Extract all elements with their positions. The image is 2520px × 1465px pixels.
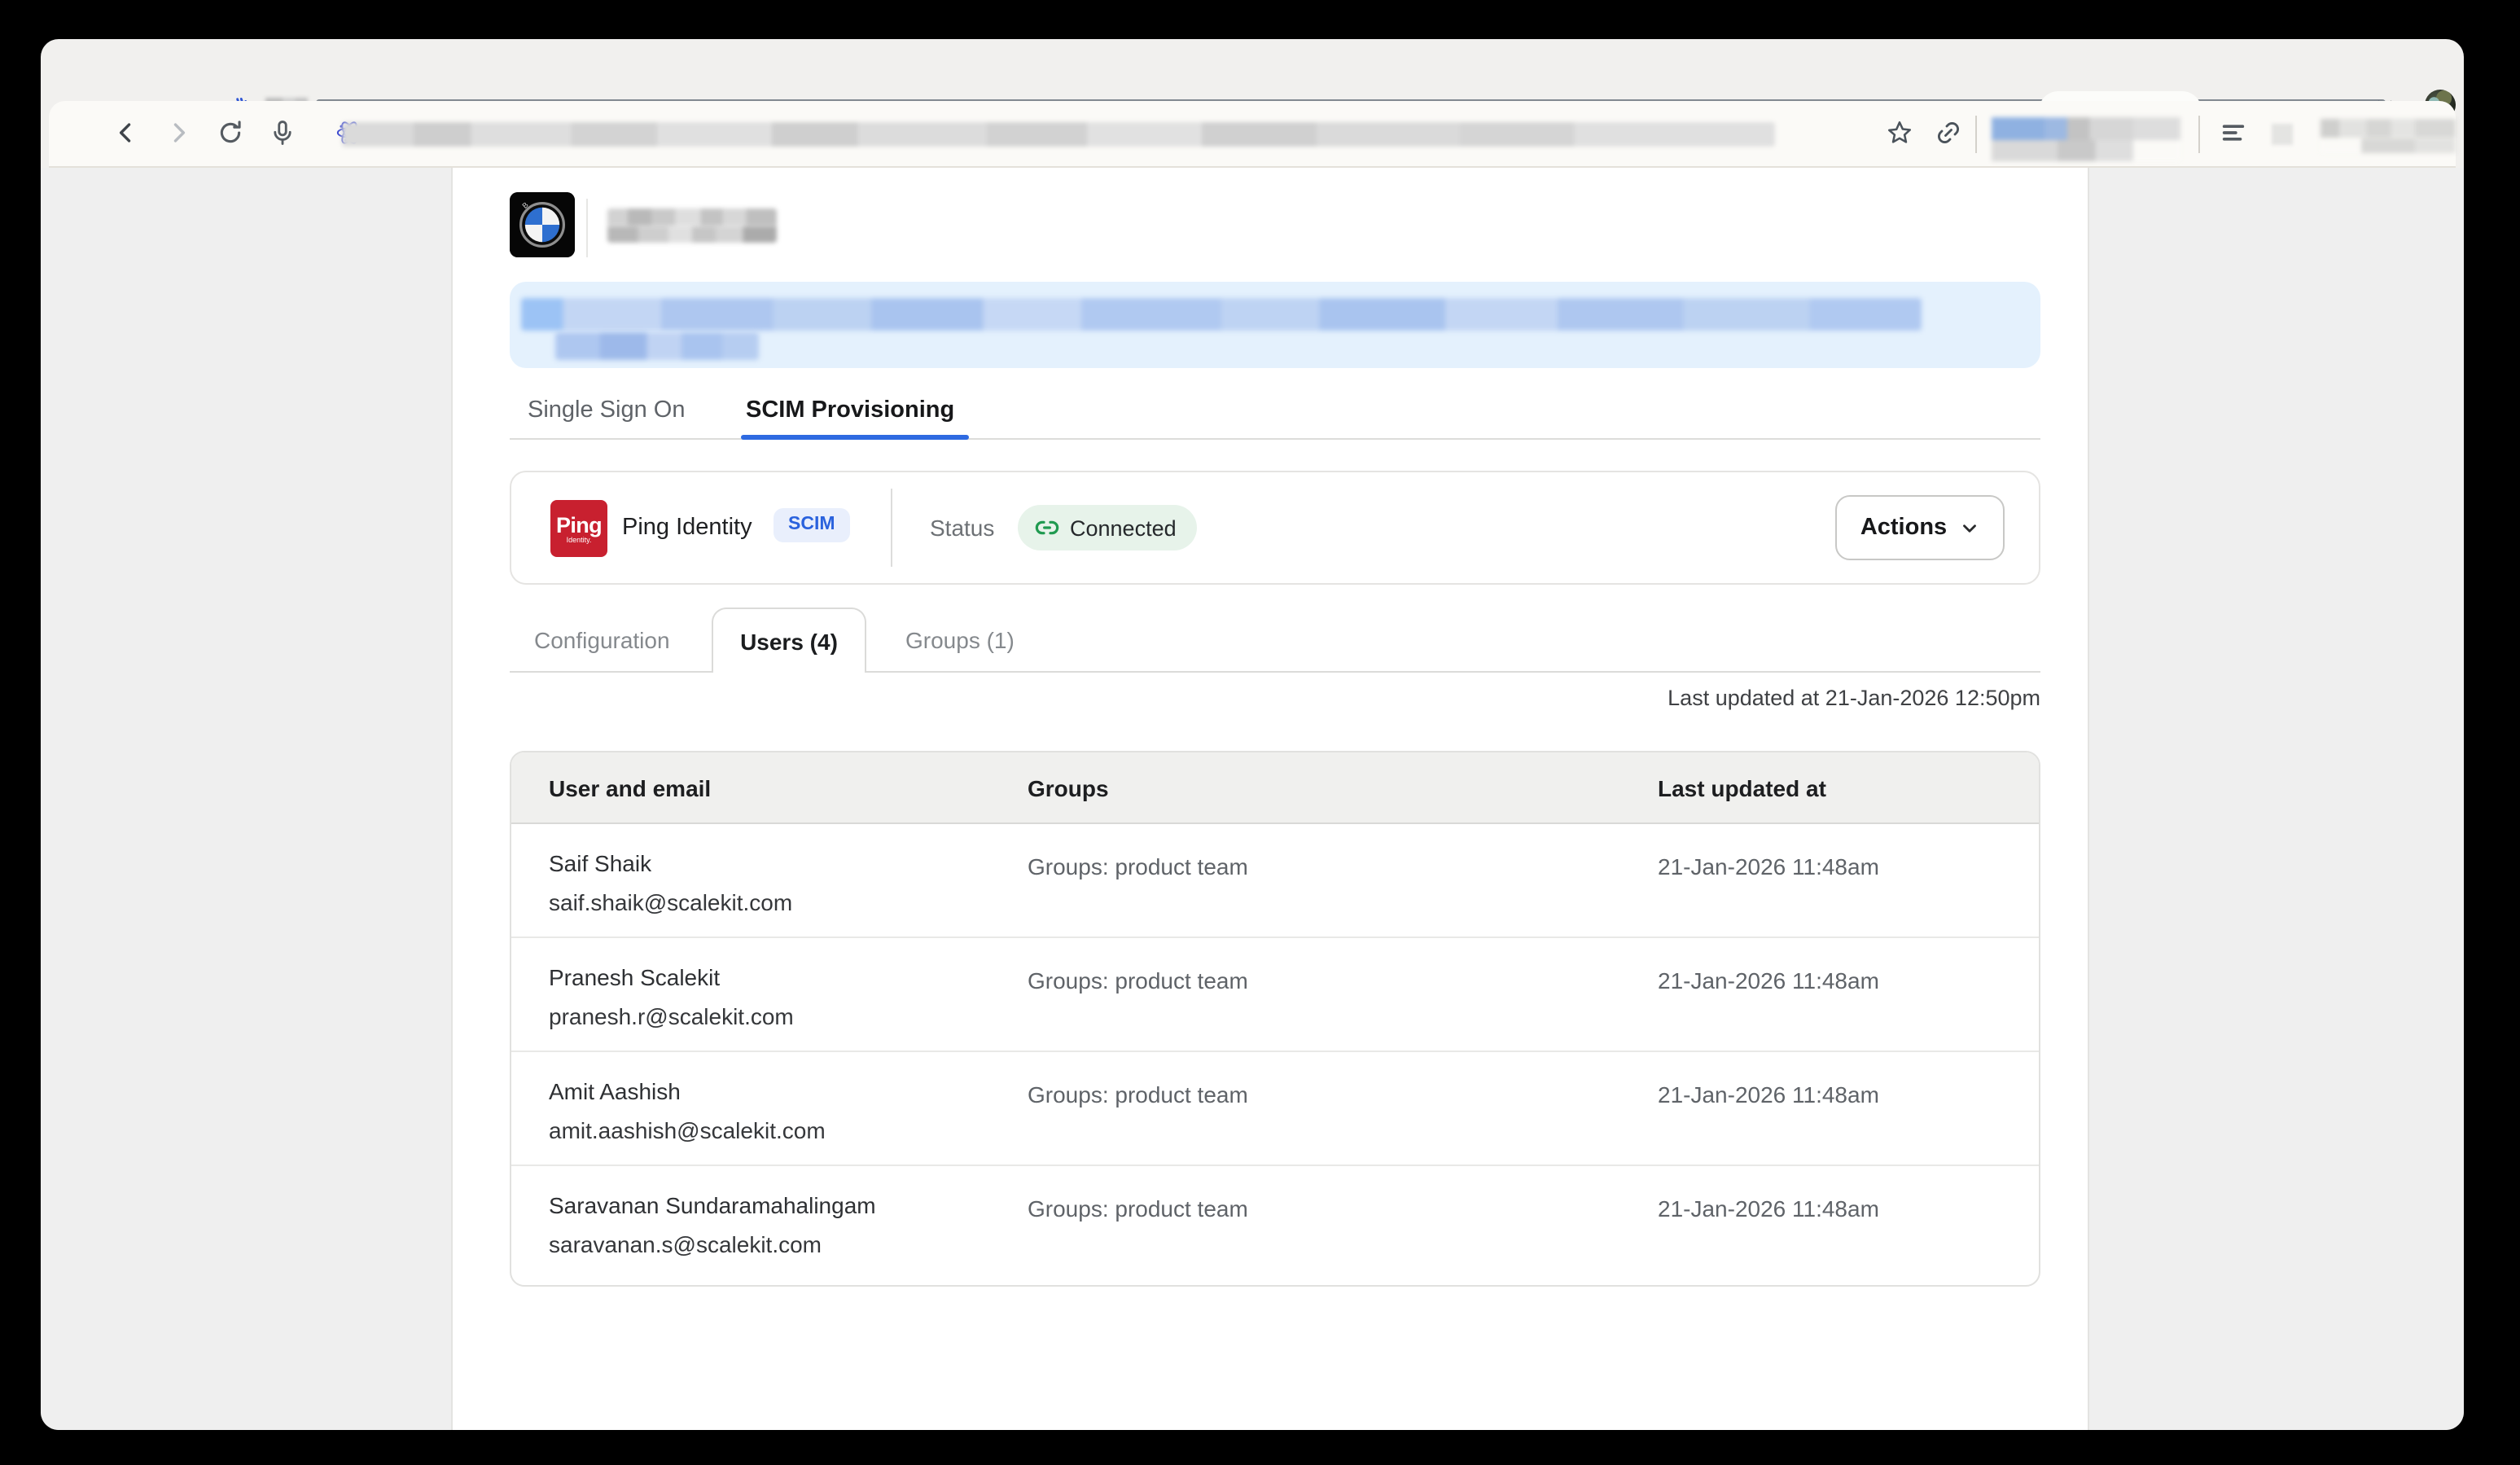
reload-icon[interactable] bbox=[217, 119, 244, 147]
table-row: Amit Aashish amit.aashish@scalekit.com G… bbox=[511, 1052, 2039, 1166]
microphone-icon[interactable] bbox=[269, 119, 296, 147]
tab-scim-provisioning[interactable]: SCIM Provisioning bbox=[746, 397, 954, 425]
redacted-banner-text-line2 bbox=[555, 332, 759, 360]
subtab-configuration[interactable]: Configuration bbox=[534, 627, 670, 653]
status-value: Connected bbox=[1070, 515, 1177, 540]
filter-menu-icon[interactable] bbox=[2220, 119, 2247, 147]
copy-link-icon[interactable] bbox=[1935, 119, 1962, 147]
back-icon[interactable] bbox=[112, 119, 140, 147]
active-tab-underline bbox=[741, 434, 969, 439]
subtab-users[interactable]: Users (4) bbox=[712, 607, 866, 673]
user-name: Saravanan Sundaramahalingam bbox=[549, 1166, 1028, 1222]
forward-icon[interactable] bbox=[164, 119, 192, 147]
toolbar-divider bbox=[1975, 116, 1977, 153]
toolbar-divider bbox=[2198, 116, 2200, 153]
column-header-last-updated-at: Last updated at bbox=[1658, 774, 2039, 800]
redacted-toolbar-item bbox=[2272, 124, 2293, 145]
user-groups: Groups: product team bbox=[1028, 824, 1658, 936]
user-groups: Groups: product team bbox=[1028, 1166, 1658, 1280]
table-row: Saif Shaik saif.shaik@scalekit.com Group… bbox=[511, 824, 2039, 938]
provider-name: Ping Identity bbox=[622, 515, 752, 541]
user-last-updated: 21-Jan-2026 11:48am bbox=[1658, 1052, 2039, 1165]
user-name: Amit Aashish bbox=[549, 1052, 1028, 1108]
user-email: amit.aashish@scalekit.com bbox=[549, 1108, 1028, 1147]
actions-button[interactable]: Actions bbox=[1835, 495, 2005, 560]
ping-identity-logo: Ping Identity. bbox=[550, 500, 607, 557]
link-icon bbox=[1034, 515, 1060, 541]
redacted-address-bar[interactable] bbox=[342, 122, 1775, 147]
browser-toolbar bbox=[49, 101, 2456, 167]
ping-logo-word: Ping bbox=[556, 514, 602, 535]
redacted-org-name bbox=[607, 208, 777, 243]
user-last-updated: 21-Jan-2026 11:48am bbox=[1658, 824, 2039, 936]
bookmark-star-icon[interactable] bbox=[1886, 119, 1913, 147]
status-label: Status bbox=[930, 515, 994, 541]
column-header-groups: Groups bbox=[1028, 774, 1658, 800]
user-name: Saif Shaik bbox=[549, 824, 1028, 879]
user-groups: Groups: product team bbox=[1028, 1052, 1658, 1165]
table-row: Saravanan Sundaramahalingam saravanan.s@… bbox=[511, 1166, 2039, 1280]
tabs-bottom-border bbox=[510, 437, 2040, 439]
card-divider bbox=[891, 489, 892, 567]
user-email: saif.shaik@scalekit.com bbox=[549, 879, 1028, 919]
last-updated-text: Last updated at 21-Jan-2026 12:50pm bbox=[510, 686, 2040, 710]
redacted-extension-area[interactable] bbox=[1992, 117, 2180, 161]
redacted-profile-name bbox=[2321, 119, 2456, 153]
actions-button-label: Actions bbox=[1860, 515, 1947, 541]
user-last-updated: 21-Jan-2026 11:48am bbox=[1658, 938, 2039, 1051]
table-row: Pranesh Scalekit pranesh.r@scalekit.com … bbox=[511, 938, 2039, 1052]
user-groups: Groups: product team bbox=[1028, 938, 1658, 1051]
status-badge: Connected bbox=[1018, 505, 1198, 550]
org-logo-bmw-roundel: B bbox=[510, 192, 575, 257]
user-last-updated: 21-Jan-2026 11:48am bbox=[1658, 1166, 2039, 1280]
user-name: Pranesh Scalekit bbox=[549, 938, 1028, 993]
ping-logo-sub: Identity. bbox=[567, 535, 592, 543]
subtab-groups[interactable]: Groups (1) bbox=[905, 627, 1015, 653]
chevron-down-icon bbox=[1958, 517, 1979, 538]
user-email: saravanan.s@scalekit.com bbox=[549, 1222, 1028, 1261]
column-header-user-and-email: User and email bbox=[511, 774, 1028, 800]
subtab-users-label: Users (4) bbox=[740, 628, 838, 654]
header-divider bbox=[586, 199, 588, 257]
users-table: User and email Groups Last updated at Sa… bbox=[510, 751, 2040, 1287]
table-header-row: User and email Groups Last updated at bbox=[511, 752, 2039, 824]
browser-titlebar bbox=[41, 39, 2464, 101]
scim-badge: SCIM bbox=[774, 508, 850, 542]
user-email: pranesh.r@scalekit.com bbox=[549, 993, 1028, 1033]
screenshot-stage: B Single Sign On SCIM Provisioning Ping … bbox=[0, 0, 2520, 1465]
tab-single-sign-on[interactable]: Single Sign On bbox=[528, 397, 685, 425]
redacted-banner-text-line1 bbox=[521, 298, 1922, 331]
